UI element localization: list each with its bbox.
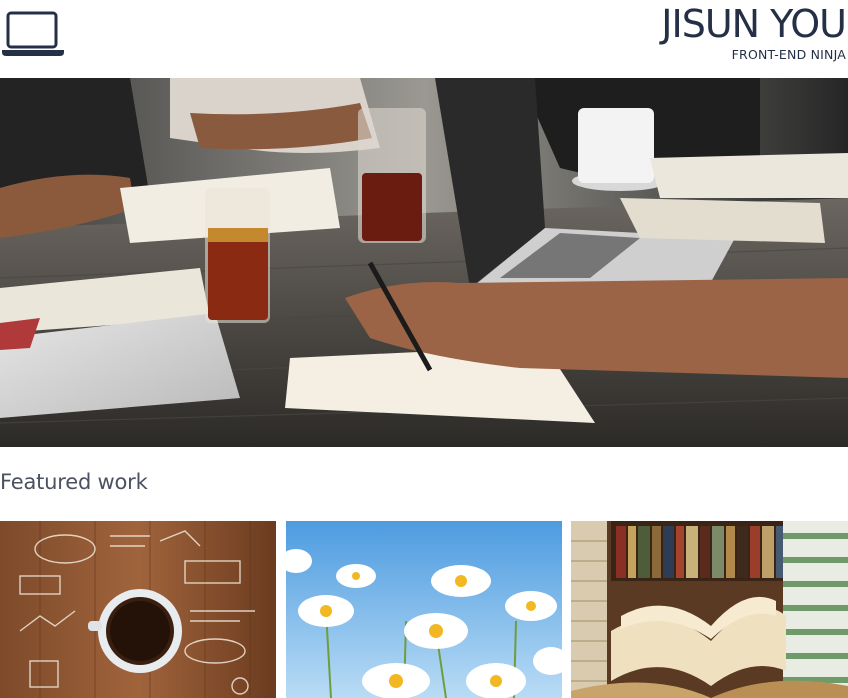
- featured-item-daisies[interactable]: [286, 521, 562, 698]
- site-name[interactable]: JISUN YOU: [661, 4, 847, 44]
- laptop-icon[interactable]: [0, 10, 66, 58]
- featured-work-title: Featured work: [0, 470, 148, 494]
- hero-image: [0, 78, 848, 447]
- site-header: JISUN YOU FRONT-END NINJA: [0, 0, 848, 78]
- featured-item-books[interactable]: [571, 521, 848, 698]
- featured-item-coffee[interactable]: [0, 521, 276, 698]
- site-tagline: FRONT-END NINJA: [731, 47, 846, 62]
- page: JISUN YOU FRONT-END NINJA Featured work: [0, 0, 848, 698]
